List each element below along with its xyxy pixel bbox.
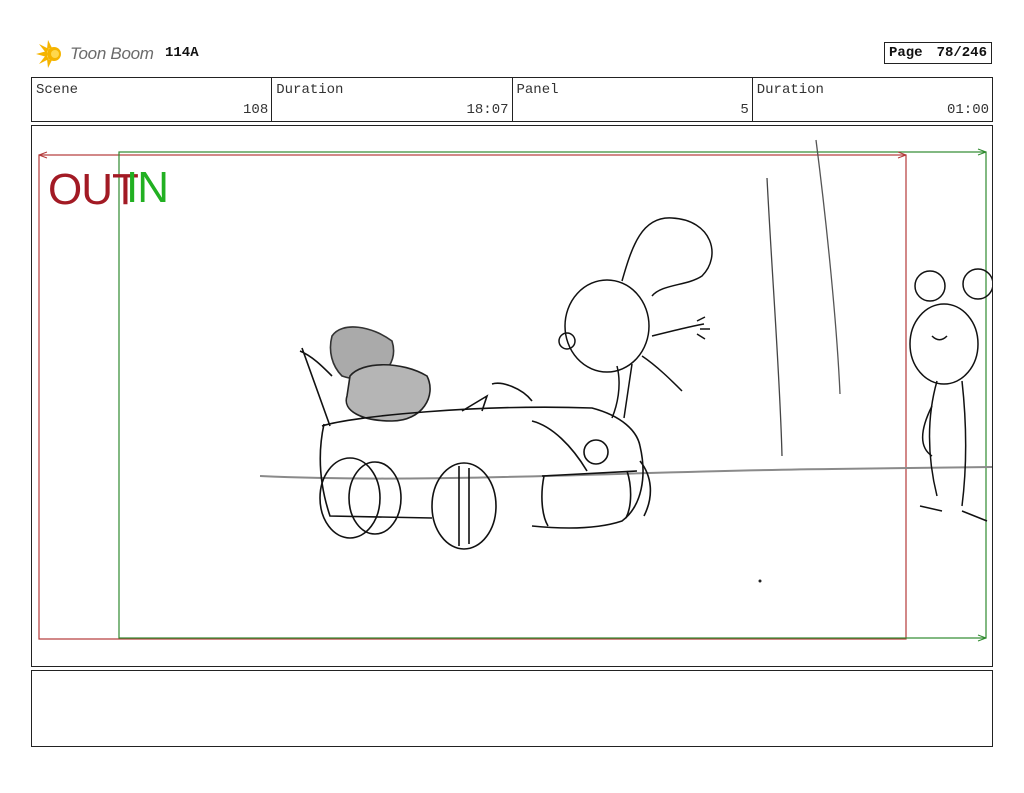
out-frame [38,154,907,640]
panel-value: 5 [740,102,749,118]
scene-duration-cell: Duration 18:07 [272,78,513,121]
logo-text: Toon Boom [70,44,154,63]
panel-label: Panel [516,82,559,98]
car-sketch [299,326,652,550]
panel-duration-cell: Duration 01:00 [753,78,992,121]
project-code: 114A [165,45,199,61]
page-label: Page [888,45,923,61]
character-sketch-center [558,217,713,419]
panel-notes[interactable] [31,670,993,747]
out-frame-label: OUT [48,165,139,214]
in-frame-label: IN [126,163,169,212]
page-indicator: Page 78/246 [883,42,992,64]
panel-duration-label: Duration [756,82,824,98]
character-sketch-right [909,268,992,522]
panel-sketch [38,139,992,642]
scene-duration-value: 18:07 [466,102,509,118]
scene-value: 108 [243,102,269,118]
in-frame [118,151,987,639]
scene-cell: Scene 108 [32,78,273,121]
sun-burst-icon [36,40,61,68]
storyboard-panel: OUT IN [31,125,993,667]
page-value: 78/246 [936,45,987,61]
scene-duration-label: Duration [276,82,344,98]
panel-cell: Panel 5 [513,78,753,121]
scene-label: Scene [36,82,79,98]
panel-duration-value: 01:00 [946,102,989,118]
panel-info-table: Scene 108 Duration 18:07 Panel 5 Duratio… [31,77,993,122]
toon-boom-logo: Toon Boom [34,38,154,70]
